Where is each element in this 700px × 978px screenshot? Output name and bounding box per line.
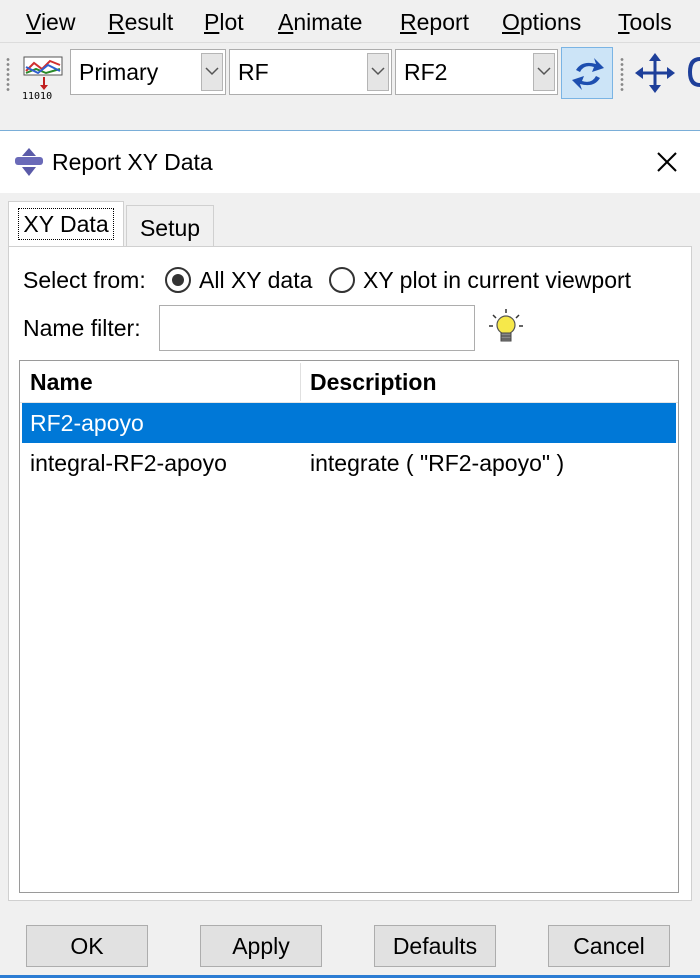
menu-result[interactable]: Result [108,6,173,38]
toolbar-strip [0,102,700,130]
row-name: RF2-apoyo [30,410,144,436]
column-divider[interactable] [300,363,301,401]
variable-combo-value: RF [238,59,269,85]
chevron-down-icon[interactable] [367,53,389,91]
chevron-down-icon[interactable] [201,53,223,91]
rotate-icon[interactable] [687,55,700,95]
apply-button[interactable]: Apply [200,925,322,967]
lightbulb-icon[interactable] [489,309,523,351]
table-row[interactable]: integral-RF2-apoyo integrate ( "RF2-apoy… [22,443,676,483]
component-combo[interactable]: RF2 [395,49,558,95]
row-name: integral-RF2-apoyo [30,450,227,476]
column-description-header[interactable]: Description [310,361,437,403]
table-row[interactable]: RF2-apoyo [22,403,676,443]
move-icon[interactable] [635,53,675,99]
menu-view[interactable]: View [26,6,75,38]
chevron-down-icon[interactable] [533,53,555,91]
select-from-label: Select from: [23,267,146,293]
menu-plot[interactable]: Plot [204,6,244,38]
tab-xy-data[interactable]: XY Data [8,201,124,247]
xy-data-panel: Select from: All XY data XY plot in curr… [8,246,692,901]
menu-report[interactable]: Report [400,6,469,38]
radio-xy-plot-viewport[interactable] [329,267,355,293]
radio-all-xy-data[interactable] [165,267,191,293]
menu-options[interactable]: Options [502,6,581,38]
menu-animate[interactable]: Animate [278,6,362,38]
table-header: Name Description [20,361,678,403]
close-icon[interactable] [652,147,682,177]
sync-button[interactable] [561,47,613,99]
step-combo[interactable]: Primary [70,49,226,95]
dialog-titlebar[interactable]: Report XY Data [0,131,700,193]
radio-all-xy-data-label[interactable]: All XY data [199,265,312,295]
name-filter-input[interactable] [159,305,475,351]
ok-button[interactable]: OK [26,925,148,967]
dialog-icon [14,148,44,182]
toolbar: 11010 Primary RF RF2 [0,42,700,102]
component-combo-value: RF2 [404,59,448,85]
sync-icon [572,58,604,90]
step-combo-value: Primary [79,59,159,85]
defaults-button[interactable]: Defaults [374,925,496,967]
report-xy-dialog: Report XY Data XY Data Setup Select from… [0,130,700,978]
name-filter-label: Name filter: [23,315,141,341]
radio-xy-plot-viewport-label[interactable]: XY plot in current viewport [363,265,631,295]
column-name-header[interactable]: Name [30,361,93,403]
menu-bar: View Result Plot Animate Report Options … [0,0,700,42]
toolbar-grip[interactable] [6,57,10,91]
svg-text:11010: 11010 [22,91,52,101]
cancel-button[interactable]: Cancel [548,925,670,967]
xy-data-table: Name Description RF2-apoyo integral-RF2-… [19,360,679,893]
toolbar-grip-2[interactable] [620,57,624,91]
tab-setup[interactable]: Setup [126,205,214,247]
plot-options-icon[interactable]: 11010 [20,51,68,102]
dialog-title: Report XY Data [52,149,213,175]
row-description: integrate ( "RF2-apoyo" ) [310,450,565,476]
variable-combo[interactable]: RF [229,49,392,95]
menu-tools[interactable]: Tools [618,6,672,38]
